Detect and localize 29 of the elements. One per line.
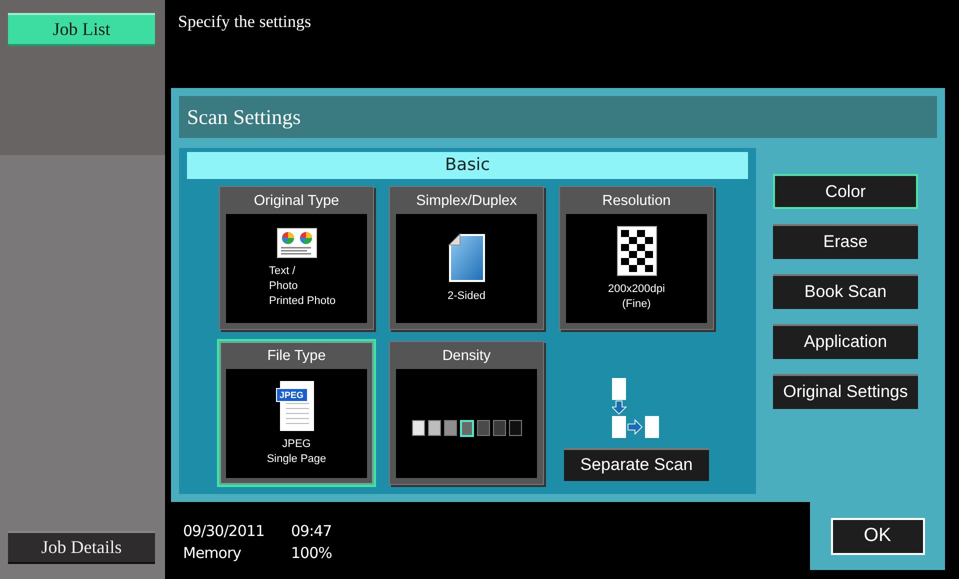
section-header: Basic	[187, 152, 748, 179]
job-list-button[interactable]: Job List	[8, 13, 155, 46]
date-text: 09/30/2011	[183, 522, 266, 542]
setting-value: JPEG Single Page	[266, 436, 326, 466]
memory-value: 100%	[291, 544, 333, 564]
setting-tile[interactable]: Density	[389, 341, 544, 485]
separate-scan-button[interactable]: Separate Scan	[564, 448, 709, 481]
setting-tile[interactable]: Original Type Text / Photo Printed Photo	[219, 186, 374, 330]
setting-tile[interactable]: File Type JPEG JPEG Single Page	[219, 341, 374, 485]
function-button[interactable]: Erase	[773, 224, 918, 259]
function-button[interactable]: Application	[773, 324, 918, 359]
function-button[interactable]: Color	[773, 174, 918, 209]
setting-value: 200x200dpi (Fine)	[608, 282, 665, 312]
time-text: 09:47	[291, 522, 333, 542]
checkerboard-icon	[616, 226, 656, 276]
ok-button[interactable]: OK	[832, 520, 922, 552]
setting-value: Text / Photo Printed Photo	[269, 264, 336, 309]
panel-title: Scan Settings	[187, 104, 301, 130]
separate-pages-icon	[612, 378, 662, 438]
two-sided-page-icon	[448, 233, 486, 283]
setting-tile[interactable]: Simplex/Duplex 2-Sided	[389, 186, 544, 330]
setting-tile[interactable]: Resolution 200x200dpi (Fine)	[559, 186, 714, 330]
setting-value: 2-Sided	[448, 289, 486, 304]
memory-label: Memory	[183, 544, 242, 564]
photo-document-icon	[276, 228, 316, 258]
job-details-button[interactable]: Job Details	[8, 531, 155, 564]
function-button[interactable]: Book Scan	[773, 274, 918, 309]
instruction-text: Specify the settings	[178, 12, 312, 31]
function-button[interactable]: Original Settings	[773, 374, 918, 409]
